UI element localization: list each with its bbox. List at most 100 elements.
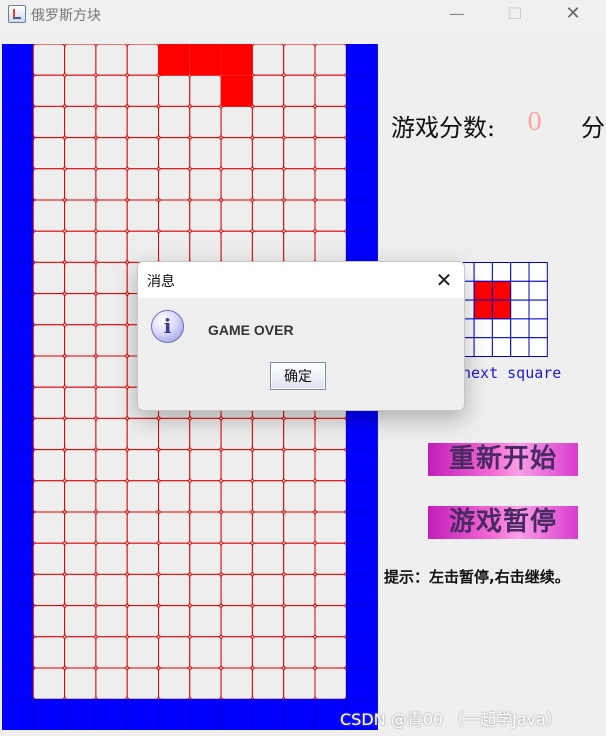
empty-cell bbox=[283, 137, 316, 170]
empty-cell bbox=[314, 605, 347, 638]
empty-cell bbox=[126, 137, 159, 170]
empty-cell bbox=[32, 324, 66, 357]
empty-cell bbox=[95, 355, 128, 388]
preview-empty-cell bbox=[510, 299, 530, 320]
wall-cell bbox=[345, 480, 378, 513]
wall-cell bbox=[345, 574, 378, 606]
empty-cell bbox=[251, 44, 285, 76]
wall-cell bbox=[2, 168, 34, 201]
wall-cell bbox=[2, 511, 34, 544]
empty-cell bbox=[314, 417, 347, 451]
preview-empty-cell bbox=[510, 262, 530, 282]
wall-cell bbox=[2, 293, 34, 326]
empty-cell bbox=[314, 199, 347, 232]
empty-cell bbox=[95, 230, 128, 263]
ok-button[interactable]: 确定 bbox=[270, 362, 326, 390]
empty-cell bbox=[251, 417, 285, 451]
preview-empty-cell bbox=[528, 299, 548, 320]
wall-cell bbox=[345, 542, 378, 575]
dialog-message: GAME OVER bbox=[208, 322, 294, 338]
wall-cell bbox=[2, 44, 34, 76]
empty-cell bbox=[220, 449, 253, 482]
preview-empty-cell bbox=[528, 280, 548, 301]
empty-cell bbox=[283, 480, 316, 513]
empty-cell bbox=[314, 542, 347, 575]
message-dialog: 消息 ✕ i GAME OVER 确定 bbox=[137, 261, 465, 411]
empty-cell bbox=[95, 74, 128, 107]
empty-cell bbox=[126, 74, 159, 107]
empty-cell bbox=[32, 168, 66, 201]
empty-cell bbox=[251, 573, 285, 607]
wall-cell bbox=[2, 324, 34, 357]
wall-cell bbox=[2, 605, 34, 638]
empty-cell bbox=[64, 417, 97, 451]
wall-cell bbox=[32, 698, 65, 730]
wall-cell bbox=[95, 698, 128, 730]
block-cell bbox=[221, 44, 253, 76]
preview-empty-cell bbox=[510, 280, 530, 301]
hint-text: 提示：左击暂停,右击继续。 bbox=[384, 568, 570, 586]
empty-cell bbox=[158, 199, 191, 232]
minimize-button[interactable]: — bbox=[434, 0, 480, 30]
empty-cell bbox=[220, 573, 253, 607]
preview-empty-cell bbox=[473, 262, 493, 282]
preview-empty-cell bbox=[491, 262, 512, 282]
wall-cell bbox=[345, 199, 378, 232]
empty-cell bbox=[158, 605, 191, 638]
dialog-close-icon[interactable]: ✕ bbox=[430, 266, 458, 294]
wall-cell bbox=[2, 418, 34, 450]
empty-cell bbox=[314, 168, 347, 201]
block-cell bbox=[158, 44, 190, 76]
wall-cell bbox=[126, 698, 159, 730]
empty-cell bbox=[64, 480, 97, 513]
empty-cell bbox=[64, 261, 97, 295]
block-cell bbox=[221, 75, 253, 107]
preview-block-cell bbox=[491, 299, 512, 320]
close-window-button[interactable]: ✕ bbox=[550, 0, 596, 30]
empty-cell bbox=[64, 105, 97, 139]
empty-cell bbox=[251, 168, 285, 201]
wall-cell bbox=[345, 636, 378, 669]
wall-cell bbox=[2, 542, 34, 575]
preview-block-cell bbox=[473, 280, 493, 301]
empty-cell bbox=[251, 105, 285, 139]
restart-button[interactable]: 重新开始 bbox=[428, 443, 578, 476]
empty-cell bbox=[32, 636, 66, 669]
empty-cell bbox=[283, 511, 316, 544]
empty-cell bbox=[283, 199, 316, 232]
empty-cell bbox=[158, 511, 191, 544]
empty-cell bbox=[126, 230, 159, 263]
empty-cell bbox=[251, 449, 285, 482]
empty-cell bbox=[189, 449, 222, 482]
empty-cell bbox=[32, 386, 66, 419]
empty-cell bbox=[220, 667, 253, 700]
empty-cell bbox=[158, 480, 191, 513]
empty-cell bbox=[283, 573, 316, 607]
empty-cell bbox=[64, 355, 97, 388]
empty-cell bbox=[220, 480, 253, 513]
empty-cell bbox=[251, 511, 285, 544]
preview-empty-cell bbox=[473, 337, 493, 357]
java-app-icon bbox=[8, 5, 26, 23]
empty-cell bbox=[189, 542, 222, 575]
empty-cell bbox=[64, 511, 97, 544]
empty-cell bbox=[283, 74, 316, 107]
empty-cell bbox=[189, 511, 222, 544]
empty-cell bbox=[251, 74, 285, 107]
empty-cell bbox=[158, 573, 191, 607]
empty-cell bbox=[283, 449, 316, 482]
preview-empty-cell bbox=[473, 318, 493, 339]
empty-cell bbox=[32, 417, 66, 451]
empty-cell bbox=[189, 480, 222, 513]
empty-cell bbox=[158, 105, 191, 139]
empty-cell bbox=[189, 199, 222, 232]
empty-cell bbox=[126, 449, 159, 482]
score-unit: 分 bbox=[581, 114, 605, 142]
wall-cell bbox=[345, 44, 378, 76]
pause-button[interactable]: 游戏暂停 bbox=[428, 506, 578, 539]
maximize-button[interactable]: ☐ bbox=[492, 0, 538, 30]
wall-cell bbox=[2, 137, 34, 170]
empty-cell bbox=[220, 168, 253, 201]
empty-cell bbox=[64, 199, 97, 232]
empty-cell bbox=[314, 449, 347, 482]
